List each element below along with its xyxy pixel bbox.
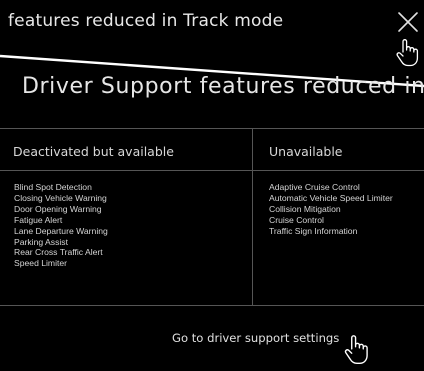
dialog-title: Driver Support features reduced in Track [22,74,424,99]
list-item: Speed Limiter [14,258,68,269]
list-item: Cruise Control [269,214,324,225]
screen: features reduced in Track mode Driver Su… [0,0,424,371]
top-bar: features reduced in Track mode [0,0,424,67]
close-icon[interactable] [396,10,420,34]
deactivated-column-header: Deactivated but available [13,144,174,159]
list-item: Closing Vehicle Warning [14,192,107,203]
list-item: Lane Departure Warning [14,225,108,236]
topbar-title: features reduced in Track mode [8,11,284,31]
list-item: Fatigue Alert [14,214,63,225]
list-item: Parking Assist [14,236,68,247]
list-item: Blind Spot Detection [14,182,92,192]
column-divider [252,129,253,305]
driver-support-settings-link[interactable]: Go to driver support settings [172,331,339,345]
unavailable-column-header: Unavailable [269,144,343,159]
list-item: Traffic Sign Information [269,225,358,236]
list-item: Adaptive Cruise Control [269,182,360,192]
list-item: Collision Mitigation [269,203,341,214]
features-table: Deactivated but available Unavailable Bl… [0,128,424,306]
deactivated-features-list: Blind Spot Detection Closing Vehicle War… [14,182,108,269]
list-item: Rear Cross Traffic Alert [14,247,103,258]
hand-pointer-icon [396,39,419,67]
list-item: Automatic Vehicle Speed Limiter [269,192,393,203]
list-item: Door Opening Warning [14,203,102,214]
unavailable-features-list: Adaptive Cruise Control Automatic Vehicl… [269,182,393,237]
hand-pointer-icon [344,335,368,365]
header-divider [0,170,424,171]
